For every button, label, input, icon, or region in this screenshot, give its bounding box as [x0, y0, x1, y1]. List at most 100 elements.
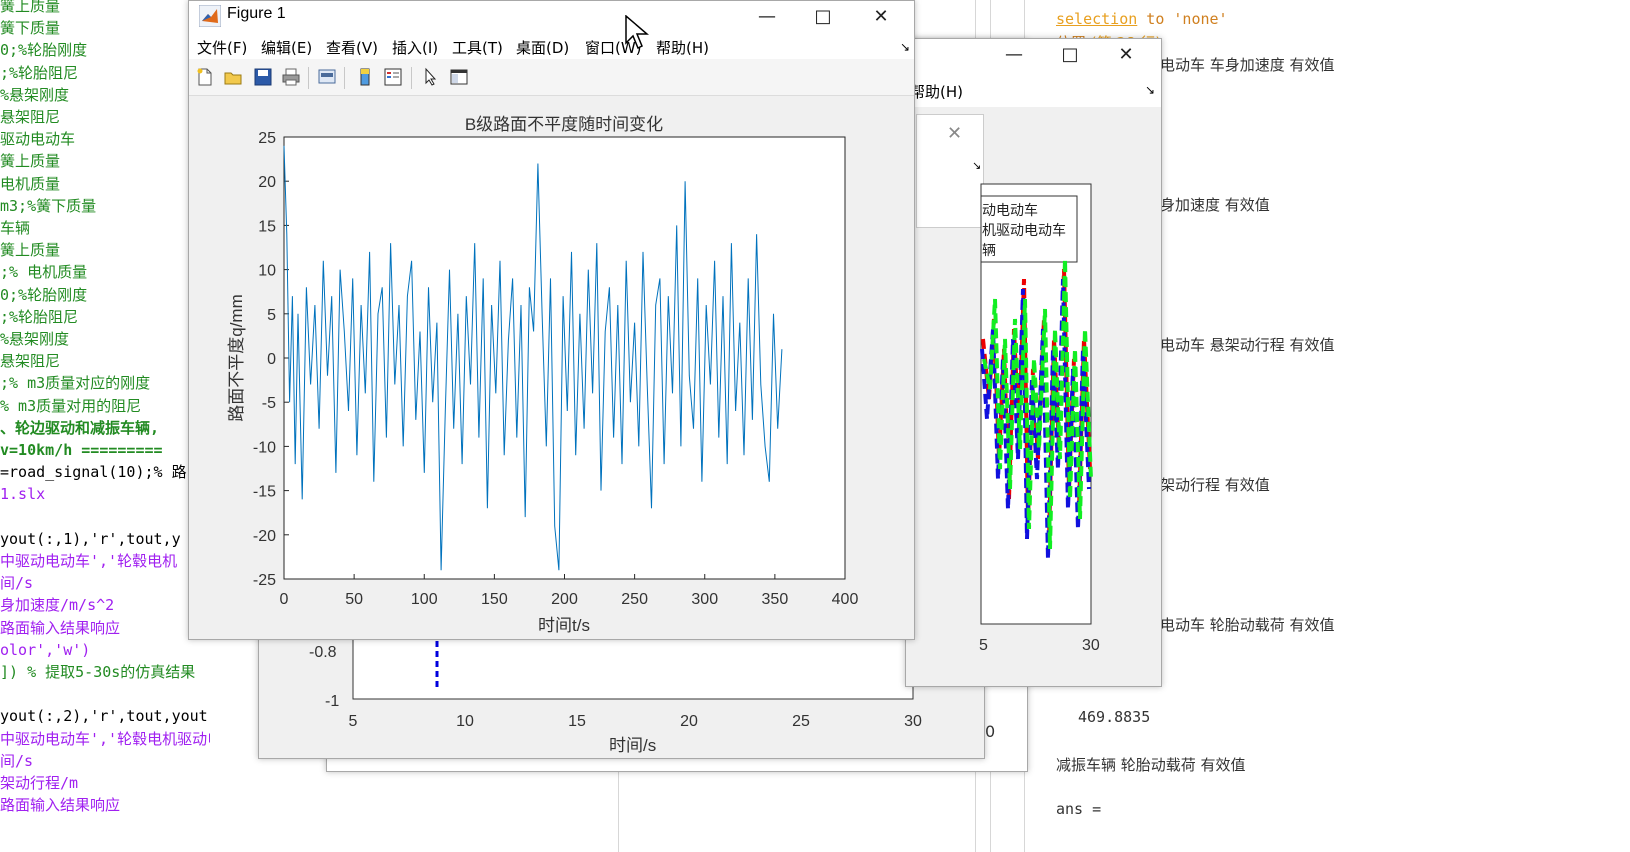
figure-1-titlebar[interactable]: Figure 1 — □ ✕ [189, 1, 914, 31]
code-line: ;% 电机质量 [0, 263, 88, 282]
code-line: 中驱动电动车','轮毂电机驱动电动 [0, 729, 210, 748]
code-line: 0;%轮胎刚度 [0, 285, 88, 304]
x-tick-label: 400 [832, 591, 859, 608]
print-icon[interactable] [281, 67, 301, 87]
property-editor-icon[interactable] [449, 67, 469, 87]
code-line: =road_signal(10);% 路 [0, 463, 187, 482]
code-line: olor','w') [0, 640, 91, 659]
code-line: 车辆 [0, 219, 31, 237]
menu-desktop[interactable]: 桌面(D) [516, 37, 569, 58]
code-line: 悬架阻尼 [0, 352, 61, 371]
code-line: ;% m3质量对应的刚度 [0, 374, 151, 393]
mouse-cursor-icon [625, 15, 649, 50]
code-line: 悬架阻尼 [0, 108, 61, 126]
open-icon[interactable] [223, 67, 243, 87]
code-line: v=10km/h ========= [0, 441, 163, 459]
selection-link[interactable]: selection [1056, 10, 1137, 28]
back-y-tick: -0.8 [309, 644, 337, 661]
y-tick-label: -15 [253, 484, 276, 501]
y-tick-label: -10 [253, 439, 276, 456]
x-tick-label: 300 [691, 591, 718, 608]
x-tick-label: 250 [621, 591, 648, 608]
minimize-button[interactable]: — [739, 1, 795, 31]
toolbar-separator [308, 67, 309, 89]
x-tick-label: 0 [280, 591, 289, 608]
x-tick-label: 350 [762, 591, 789, 608]
code-line: 1.slx [0, 485, 46, 504]
back-x-tick-label: 20 [680, 713, 698, 730]
chart-title: B级路面不平度随时间变化 [465, 115, 663, 134]
back-x-tick-label: 25 [792, 713, 810, 730]
menu-file[interactable]: 文件(F) [197, 37, 247, 58]
x-axis-label: 时间t/s [538, 616, 590, 635]
figure-1-window[interactable]: Figure 1 — □ ✕ 文件(F) 编辑(E) 查看(V) 插入(I) 工… [188, 0, 915, 640]
new-figure-icon[interactable] [195, 67, 215, 87]
y-tick-label: 25 [258, 130, 276, 147]
x-tick-label: 150 [481, 591, 508, 608]
y-tick-label: 15 [258, 218, 276, 235]
menu-edit[interactable]: 编辑(E) [261, 37, 312, 58]
code-line: 簧上质量 [0, 241, 61, 260]
cmd-output-line: 电动车 车身加速度 有效值 [1160, 56, 1335, 74]
code-line: 、轮边驱动和减振车辆, [0, 418, 160, 437]
code-line: ;%轮胎阻尼 [0, 63, 79, 82]
y-tick-label: -25 [253, 572, 276, 589]
dock-arrow-icon[interactable]: ↘ [900, 40, 910, 54]
cmd-message: selection to 'none' [1056, 10, 1228, 28]
colorbar-icon[interactable] [355, 67, 375, 87]
code-line: 路面输入结果响应 [0, 796, 121, 815]
toolbar-separator [344, 67, 345, 89]
code-line: 电机质量 [0, 174, 61, 193]
plot-area [283, 136, 846, 580]
road-roughness-chart: B级路面不平度随时间变化 0 50 100 150 200 250 300 350 400 25… [227, 115, 859, 635]
code-line: 簧上质量 [0, 0, 61, 15]
y-tick-label: 0 [267, 351, 276, 368]
code-line: 驱动电动车 [0, 130, 76, 149]
back-x-tick-label: 5 [349, 713, 358, 730]
back-x-tick-label: 10 [456, 713, 474, 730]
legend-icon[interactable] [383, 67, 403, 87]
code-line: 架动行程/m [0, 774, 79, 792]
pointer-icon[interactable] [421, 67, 441, 87]
y-tick-label: -5 [262, 395, 276, 412]
figure-1-menubar: 文件(F) 编辑(E) 查看(V) 插入(I) 工具(T) 桌面(D) 窗口(W… [189, 31, 914, 59]
menu-insert[interactable]: 插入(I) [392, 37, 438, 58]
menu-help[interactable]: 帮助(H) [656, 37, 709, 58]
cmd-output-line: 减振车辆 轮胎动载荷 有效值 [1056, 756, 1246, 774]
mid-x-tick: 5 [979, 637, 988, 654]
code-line: ;%轮胎阻尼 [0, 307, 79, 326]
code-line: yout(:,2),'r',tout,yout(:,5 [0, 707, 210, 726]
code-line: 簧下质量 [0, 19, 61, 38]
menu-view[interactable]: 查看(V) [326, 37, 378, 58]
code-line: %悬架刚度 [0, 330, 70, 348]
figure-window-3[interactable]: — □ ✕ 帮助(H) ↘ ✕ ↘ 动电动车 机驱动电动车 辆 5 30 [905, 38, 1162, 687]
cmd-output-value: 469.8835 [1078, 708, 1151, 726]
menu-tools[interactable]: 工具(T) [452, 37, 503, 58]
print-preview-icon[interactable] [317, 67, 337, 87]
matlab-logo-icon [199, 5, 221, 27]
cmd-output-line: 电动车 轮胎动载荷 有效值 [1160, 616, 1335, 634]
code-line: m3;%簧下质量 [0, 196, 97, 215]
code-line: 中驱动电动车','轮毂电机 [0, 552, 178, 570]
y-tick-label: -20 [253, 528, 276, 545]
y-tick-label: 10 [258, 263, 276, 280]
figure-1-canvas: B级路面不平度随时间变化 0 50 100 150 200 250 300 350 400 25… [189, 96, 914, 639]
mid-legend-entry: 动电动车 [982, 202, 1038, 219]
close-button[interactable]: ✕ [853, 1, 909, 31]
code-line: 0;%轮胎刚度 [0, 41, 88, 60]
code-line: 路面输入结果响应 [0, 618, 121, 637]
mid-x-tick: 30 [1082, 637, 1100, 654]
x-tick-label: 200 [551, 591, 578, 608]
toolbar-separator [411, 67, 412, 89]
message-text: to [1137, 10, 1174, 28]
cmd-output-line: 电动车 悬架动行程 有效值 [1160, 336, 1335, 354]
message-text: 'none' [1173, 10, 1228, 28]
cmd-output-line: ans = [1056, 800, 1102, 818]
maximize-button[interactable]: □ [795, 1, 851, 31]
back-x-label: 时间/s [609, 736, 656, 755]
code-line: 间/s [0, 751, 34, 770]
save-icon[interactable] [253, 67, 273, 87]
mid-zero-tick: 0 [985, 722, 996, 741]
code-line: % m3质量对用的阻尼 [0, 396, 142, 415]
code-editor[interactable]: 簧上质量 簧下质量 0;%轮胎刚度 ;%轮胎阻尼 %悬架刚度 悬架阻尼 驱动电动车 簧上质量 … [0, 0, 210, 852]
